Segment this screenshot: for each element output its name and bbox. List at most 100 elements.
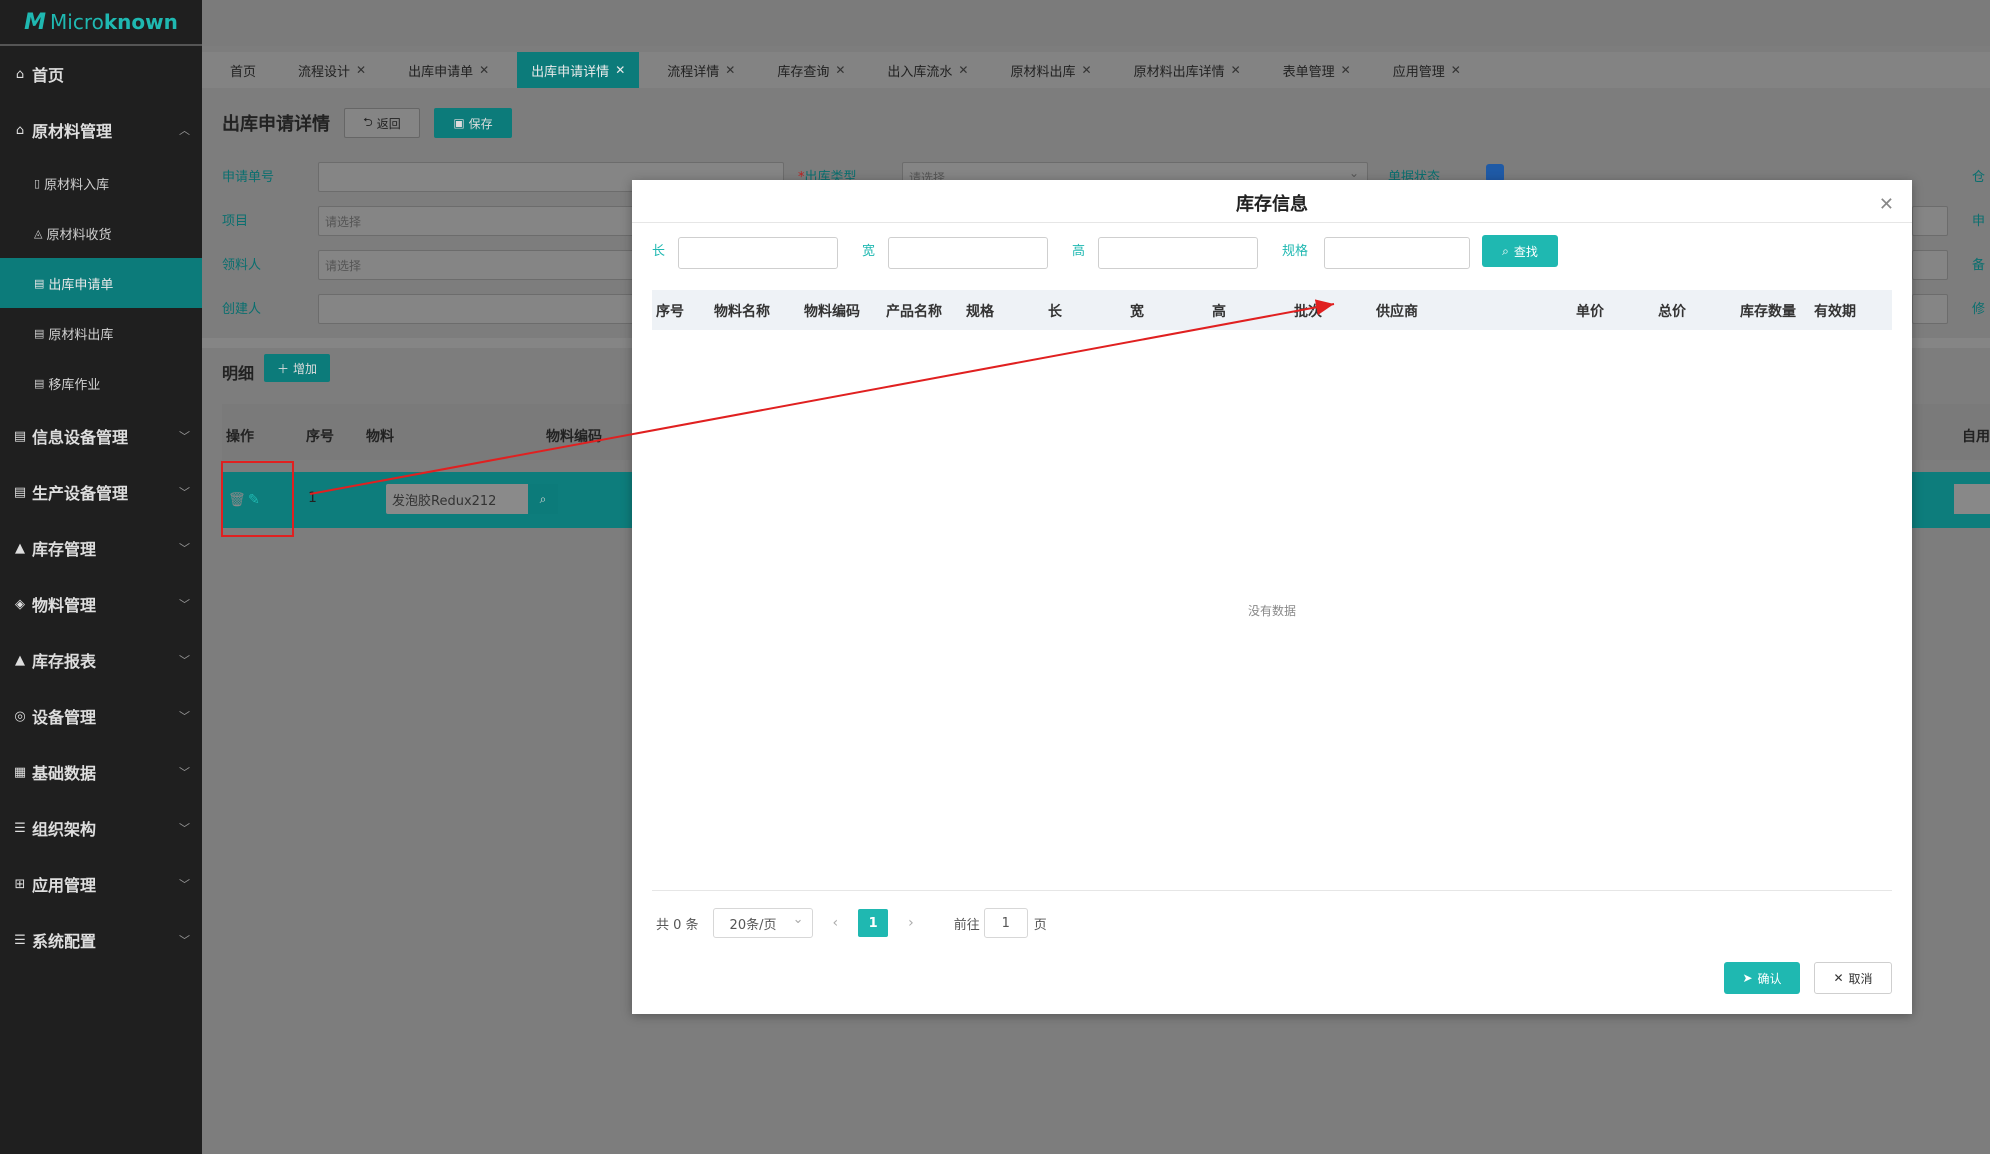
close-icon[interactable]: ✕ — [958, 63, 968, 77]
applicant-label: 申 — [1972, 214, 1986, 229]
tab-label: 流程详情 — [667, 64, 720, 80]
sidebar-subitem-out-apply[interactable]: ▤ 出库申请单 — [0, 258, 202, 308]
tab-app-mgmt[interactable]: 应用管理 ✕ — [1379, 52, 1475, 88]
sidebar-item-label: 库存管理 — [32, 540, 97, 559]
plus-icon: ＋ — [276, 361, 289, 376]
sidebar-subitem-label: 出库申请单 — [48, 277, 114, 293]
sidebar-item-material[interactable]: ◈ 物料管理 ﹀ — [0, 576, 202, 632]
sidebar-item-system-config[interactable]: ☰ 系统配置 ﹀ — [0, 912, 202, 968]
self-use-input[interactable] — [1954, 484, 1990, 514]
tab-label: 原材料出库详情 — [1133, 64, 1225, 80]
tab-raw-outbound[interactable]: 原材料出库 ✕ — [996, 52, 1105, 88]
sidebar-item-app-mgmt[interactable]: ⊞ 应用管理 ﹀ — [0, 856, 202, 912]
spec-input[interactable] — [1324, 237, 1470, 269]
sidebar-item-home[interactable]: ⌂ 首页 — [0, 46, 202, 102]
pagination: 共 0 条 20条/页 ‹ 1 › 前往 1 页 — [656, 908, 1047, 938]
confirm-button[interactable]: ➤ 确认 — [1724, 962, 1800, 994]
chevron-down-icon: ﹀ — [179, 766, 190, 779]
save-button[interactable]: ▣ 保存 — [434, 108, 512, 138]
modifier-field-edge[interactable] — [1912, 294, 1948, 324]
width-input[interactable] — [888, 237, 1048, 269]
tab-raw-outbound-detail[interactable]: 原材料出库详情 ✕ — [1120, 52, 1255, 88]
sidebar-item-base-data[interactable]: ▦ 基础数据 ﹀ — [0, 744, 202, 800]
page-size-select[interactable]: 20条/页 — [712, 908, 813, 938]
cancel-label: 取消 — [1848, 971, 1873, 986]
cube-icon: ◎ — [14, 708, 26, 724]
sidebar-subitem-raw-inbound[interactable]: ▯ 原材料入库 — [0, 158, 202, 208]
sidebar-item-equipment[interactable]: ◎ 设备管理 ﹀ — [0, 688, 202, 744]
tab-out-apply-detail[interactable]: 出库申请详情 ✕ — [517, 52, 640, 88]
tab-flow-design[interactable]: 流程设计 ✕ — [284, 52, 380, 88]
cancel-button[interactable]: ✕ 取消 — [1814, 962, 1892, 994]
detail-section-title: 明细 — [222, 364, 255, 383]
add-row-button[interactable]: ＋ 增加 — [264, 354, 330, 382]
close-icon: ✕ — [1833, 971, 1844, 985]
add-label: 增加 — [293, 361, 318, 376]
close-icon[interactable]: ✕ — [835, 63, 845, 77]
boxes-icon: ▲ — [15, 652, 25, 668]
database-icon: ▦ — [13, 764, 27, 780]
sidebar-subitem-transfer[interactable]: ▤ 移库作业 — [0, 358, 202, 408]
page-size-value: 20条/页 — [729, 917, 777, 933]
dialog-header-divider — [632, 222, 1912, 223]
remark-field-edge[interactable] — [1912, 250, 1948, 280]
sidebar-subitem-raw-receive[interactable]: ◬ 原材料收货 — [0, 208, 202, 258]
tab-out-apply[interactable]: 出库申请单 ✕ — [394, 52, 503, 88]
close-icon[interactable]: ✕ — [356, 63, 366, 77]
find-button[interactable]: ⌕ 查找 — [1482, 235, 1558, 267]
close-icon[interactable]: ✕ — [1879, 194, 1894, 215]
sidebar-item-info-device[interactable]: ▤ 信息设备管理 ﹀ — [0, 408, 202, 464]
chevron-down-icon: ﹀ — [179, 542, 190, 555]
close-icon[interactable]: ✕ — [1451, 63, 1461, 77]
tab-label: 首页 — [230, 64, 257, 80]
chevron-down-icon: ﹀ — [179, 710, 190, 723]
home-icon: ⌂ — [15, 122, 25, 138]
applicant-field-edge[interactable] — [1912, 206, 1948, 236]
col-stock-qty: 库存数量 — [1740, 304, 1796, 320]
close-icon[interactable]: ✕ — [1082, 63, 1092, 77]
back-button[interactable]: ⮌ 返回 — [344, 108, 420, 138]
sidebar-item-inventory-report[interactable]: ▲ 库存报表 ﹀ — [0, 632, 202, 688]
tab-flow-detail[interactable]: 流程详情 ✕ — [653, 52, 749, 88]
sidebar-item-label: 原材料管理 — [32, 122, 113, 141]
building-icon: ▤ — [34, 376, 45, 390]
project-label: 项目 — [222, 214, 249, 229]
sidebar-item-raw-material[interactable]: ⌂ 原材料管理 ︿ — [0, 102, 202, 158]
chevron-right-icon[interactable]: › — [908, 915, 914, 931]
sidebar-item-org[interactable]: ☰ 组织架构 ﹀ — [0, 800, 202, 856]
table-bottom-divider — [652, 890, 1892, 891]
modifier-label: 修 — [1972, 302, 1986, 317]
sidebar-item-label: 组织架构 — [32, 820, 97, 839]
sidebar-subitem-label: 原材料入库 — [44, 177, 110, 193]
find-label: 查找 — [1513, 244, 1538, 259]
material-search-button[interactable]: ⌕ — [528, 484, 558, 514]
close-icon[interactable]: ✕ — [615, 63, 625, 77]
close-icon[interactable]: ✕ — [725, 63, 735, 77]
tab-form-mgmt[interactable]: 表单管理 ✕ — [1269, 52, 1365, 88]
remark-label: 备 — [1972, 258, 1986, 273]
close-icon[interactable]: ✕ — [1231, 63, 1241, 77]
width-label: 宽 — [862, 244, 876, 259]
receiver-label: 领料人 — [222, 258, 262, 273]
chevron-left-icon[interactable]: ‹ — [833, 915, 839, 931]
material-input[interactable]: 发泡胶Redux212 — [386, 484, 528, 514]
sidebar-item-inventory[interactable]: ▲ 库存管理 ﹀ — [0, 520, 202, 576]
sidebar-item-production-device[interactable]: ▤ 生产设备管理 ﹀ — [0, 464, 202, 520]
length-label: 长 — [652, 244, 666, 259]
home-icon: ⌂ — [15, 66, 25, 82]
tab-label: 出库申请详情 — [531, 64, 610, 80]
sidebar-subitem-label: 原材料收货 — [46, 227, 112, 243]
close-icon[interactable]: ✕ — [1341, 63, 1351, 77]
spec-label: 规格 — [1282, 244, 1309, 259]
search-icon: ⌕ — [539, 491, 547, 506]
length-input[interactable] — [678, 237, 838, 269]
save-icon: ▣ — [453, 116, 465, 130]
tab-home[interactable]: 首页 — [216, 52, 270, 88]
close-icon[interactable]: ✕ — [479, 63, 489, 77]
page-number-current[interactable]: 1 — [858, 909, 889, 937]
goto-page-input[interactable]: 1 — [983, 908, 1028, 938]
tab-inventory-query[interactable]: 库存查询 ✕ — [763, 52, 859, 88]
height-input[interactable] — [1098, 237, 1258, 269]
tab-in-out-flow[interactable]: 出入库流水 ✕ — [873, 52, 982, 88]
sidebar-subitem-raw-outbound[interactable]: ▤ 原材料出库 — [0, 308, 202, 358]
